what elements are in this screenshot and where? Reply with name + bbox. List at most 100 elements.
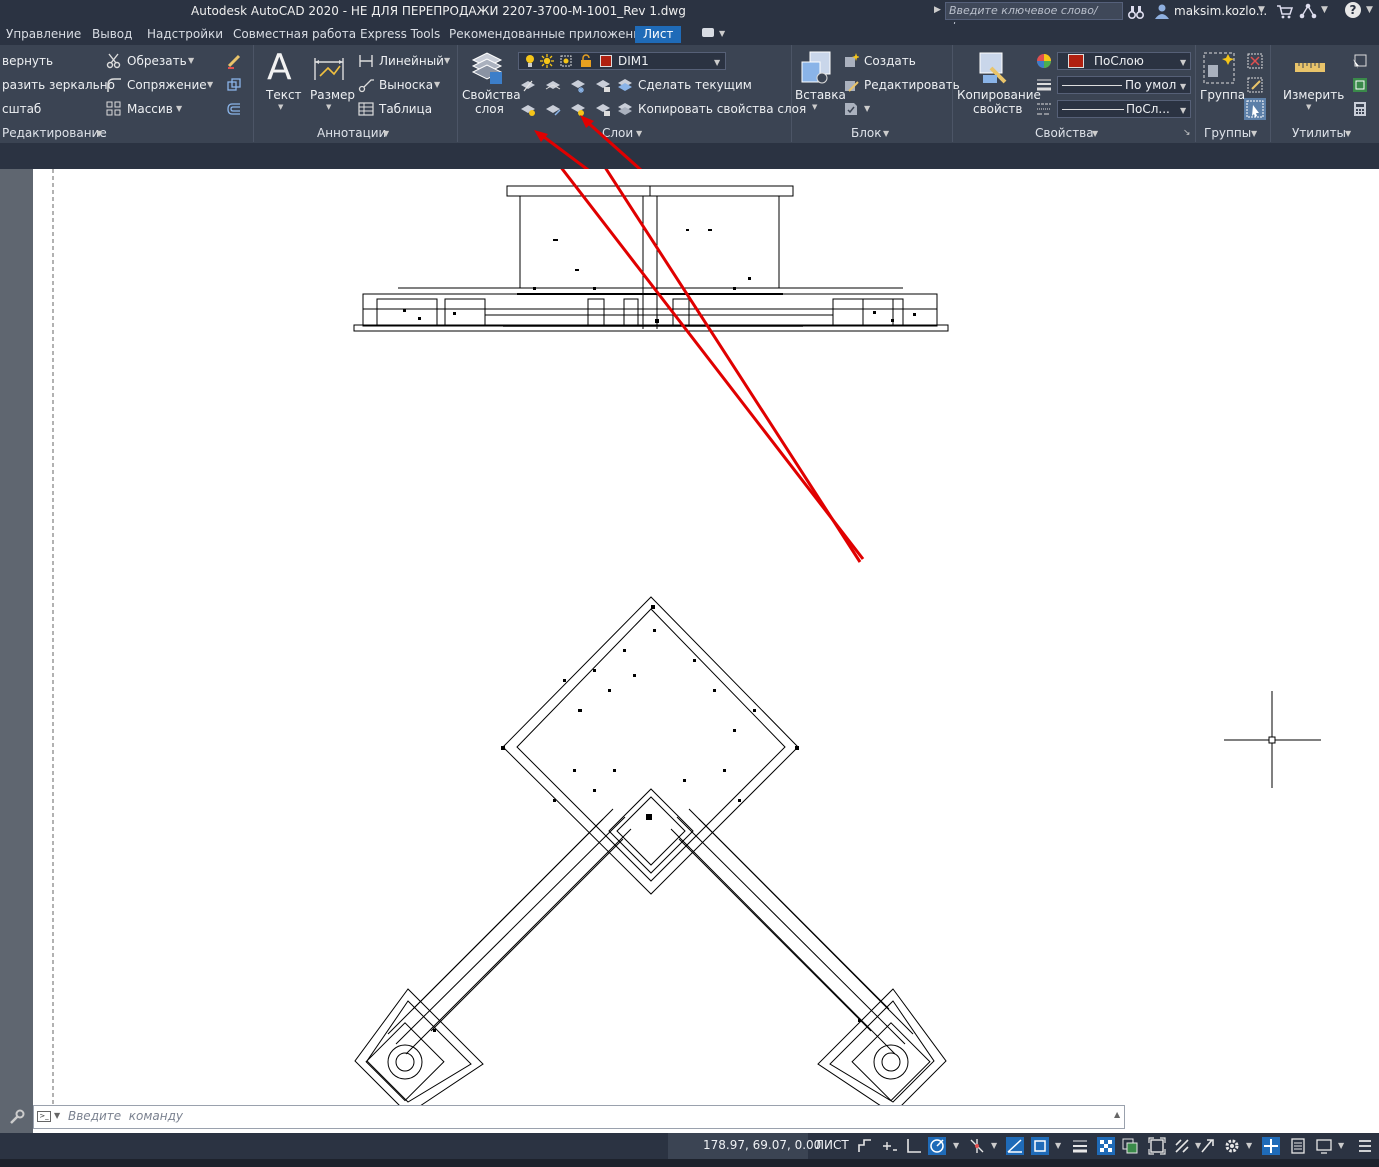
groups-panel-dropdown-icon[interactable]: ▼ <box>1251 129 1257 138</box>
groups-panel-title[interactable]: Группы <box>1204 126 1251 140</box>
user-name[interactable]: maksim.kozlo... <box>1174 4 1267 18</box>
measure-button[interactable]: Измерить <box>1283 88 1344 102</box>
quick-select-icon[interactable] <box>1352 53 1368 69</box>
lineweight-dropdown-arrow-icon[interactable]: ▼ <box>1180 79 1186 95</box>
autoscale-icon[interactable] <box>1173 1137 1191 1155</box>
dimension-button[interactable]: Размер <box>310 88 355 102</box>
user-icon[interactable] <box>1154 3 1170 20</box>
lock-icon[interactable] <box>579 54 593 68</box>
color-dropdown[interactable]: ПоСлою ▼ <box>1057 52 1191 70</box>
coordinates-readout[interactable]: 178.97, 69.07, 0.00 <box>703 1138 821 1152</box>
object-snap-tracking-icon[interactable] <box>968 1137 986 1155</box>
user-dropdown-icon[interactable]: ▼ <box>1258 5 1265 15</box>
command-prompt-icon[interactable]: >_ <box>37 1111 51 1122</box>
ortho-icon[interactable] <box>905 1137 923 1155</box>
graphics-dropdown-icon[interactable]: ▼ <box>1338 1141 1344 1150</box>
object-snap-icon[interactable] <box>1031 1137 1049 1155</box>
block-attributes-dropdown-icon[interactable]: ▼ <box>864 104 870 113</box>
block-panel-dropdown-icon[interactable]: ▼ <box>883 129 889 138</box>
match-properties-icon[interactable] <box>977 50 1011 86</box>
selection-cycling-icon[interactable] <box>1121 1137 1139 1155</box>
insert-block-icon[interactable] <box>800 50 832 86</box>
tab-collaborate[interactable]: Совместная работа <box>233 27 356 41</box>
make-current-icon[interactable] <box>617 77 633 93</box>
layout-space-indicator[interactable]: ЛИСТ <box>815 1138 849 1152</box>
rotate-button[interactable]: вернуть <box>2 54 53 68</box>
scissors-icon[interactable] <box>106 53 122 69</box>
connect-icon[interactable] <box>1299 3 1317 19</box>
linetype-dropdown-arrow-icon[interactable]: ▼ <box>1180 103 1186 119</box>
linetype-icon[interactable] <box>1036 101 1052 117</box>
cart-icon[interactable] <box>1276 4 1294 19</box>
group-button[interactable]: Группа <box>1200 88 1245 102</box>
leader-icon[interactable] <box>358 77 374 93</box>
annotation-panel-title[interactable]: Аннотации <box>317 126 386 140</box>
tab-express-tools[interactable]: Express Tools <box>360 27 440 41</box>
ribbon-toggle-dropdown-icon[interactable]: ▼ <box>719 29 725 38</box>
copy-icon[interactable] <box>226 77 242 93</box>
osnap-tracking-dropdown-icon[interactable]: ▼ <box>991 1141 997 1150</box>
group-edit-icon[interactable] <box>1247 77 1263 93</box>
connect-dropdown-icon[interactable]: ▼ <box>1321 5 1328 15</box>
workspace-gear-icon[interactable] <box>1223 1137 1241 1155</box>
create-block-button[interactable]: Создать <box>864 54 916 68</box>
tab-featured-apps[interactable]: Рекомендованные приложения <box>449 27 648 41</box>
plan-view[interactable] <box>354 596 947 1115</box>
search-input[interactable]: Введите ключевое слово/фразу <box>945 2 1123 33</box>
layer-isolate-icon[interactable] <box>545 77 561 93</box>
tab-output[interactable]: Вывод <box>92 27 132 41</box>
annotation-monitor-icon[interactable] <box>1262 1137 1280 1155</box>
drawing-canvas[interactable] <box>33 169 1379 1159</box>
mirror-button[interactable]: разить зеркально <box>2 78 115 92</box>
quick-properties-icon[interactable] <box>1289 1137 1307 1155</box>
text-button[interactable]: Текст <box>266 88 302 102</box>
color-wheel-icon[interactable] <box>1036 53 1052 69</box>
command-history-dropdown-icon[interactable]: ▼ <box>54 1111 60 1120</box>
modify-panel-dropdown-icon[interactable]: ▼ <box>96 129 102 138</box>
sun-icon[interactable] <box>540 54 554 68</box>
layer-lock-icon[interactable] <box>595 77 611 93</box>
block-panel-title[interactable]: Блок <box>851 126 882 140</box>
workspace-dropdown-icon[interactable]: ▼ <box>1246 1141 1252 1150</box>
fillet-button[interactable]: Сопряжение <box>127 78 207 92</box>
ungroup-icon[interactable] <box>1247 53 1263 69</box>
binoculars-icon[interactable] <box>1128 4 1144 20</box>
select-all-icon[interactable] <box>1352 77 1368 93</box>
array-dropdown-icon[interactable]: ▼ <box>176 104 182 113</box>
help-icon[interactable]: ? <box>1345 2 1361 18</box>
match-layer-icon[interactable] <box>617 101 633 117</box>
lineweight-dropdown[interactable]: По умол ▼ <box>1057 76 1191 94</box>
leader-dropdown-icon[interactable]: ▼ <box>434 80 440 89</box>
layers-panel-dropdown-icon[interactable]: ▼ <box>636 129 642 138</box>
fillet-icon[interactable] <box>106 77 122 93</box>
layer-on-icon[interactable] <box>520 101 536 117</box>
polar-dropdown-icon[interactable]: ▼ <box>953 1141 959 1150</box>
create-block-icon[interactable] <box>843 53 859 69</box>
trim-dropdown-icon[interactable]: ▼ <box>188 56 194 65</box>
group-icon[interactable] <box>1202 51 1236 85</box>
text-dropdown-icon[interactable]: ▼ <box>278 103 283 111</box>
layer-freeze-icon[interactable] <box>570 77 586 93</box>
command-input[interactable]: Введите команду <box>68 1109 183 1123</box>
snap-icon[interactable] <box>881 1137 899 1155</box>
lineweight-icon[interactable] <box>1036 77 1052 93</box>
linear-button[interactable]: Линейный <box>379 54 444 68</box>
layer-dropdown[interactable]: DIM1 ▼ <box>518 52 726 70</box>
trim-button[interactable]: Обрезать <box>127 54 187 68</box>
properties-panel-dropdown-icon[interactable]: ▼ <box>1092 129 1098 138</box>
annotation-panel-dropdown-icon[interactable]: ▼ <box>383 129 389 138</box>
help-dropdown-icon[interactable]: ▼ <box>1366 5 1373 15</box>
layer-properties-label-1[interactable]: Свойства <box>462 88 521 102</box>
dimension-icon[interactable] <box>312 54 346 84</box>
make-current-button[interactable]: Сделать текущим <box>638 78 752 92</box>
layer-off-icon[interactable] <box>520 77 536 93</box>
layer-thaw-icon[interactable] <box>570 101 586 117</box>
modify-panel-title[interactable]: Редактирование <box>2 126 107 140</box>
ribbon-toggle-icon[interactable] <box>702 28 714 37</box>
color-dropdown-arrow-icon[interactable]: ▼ <box>1180 55 1186 71</box>
properties-panel-title[interactable]: Свойства <box>1035 126 1094 140</box>
layers-panel-title[interactable]: Слои <box>602 126 633 140</box>
tab-manage[interactable]: Управление <box>6 27 81 41</box>
calculator-icon[interactable] <box>1352 101 1368 117</box>
offset-icon[interactable] <box>226 101 242 117</box>
